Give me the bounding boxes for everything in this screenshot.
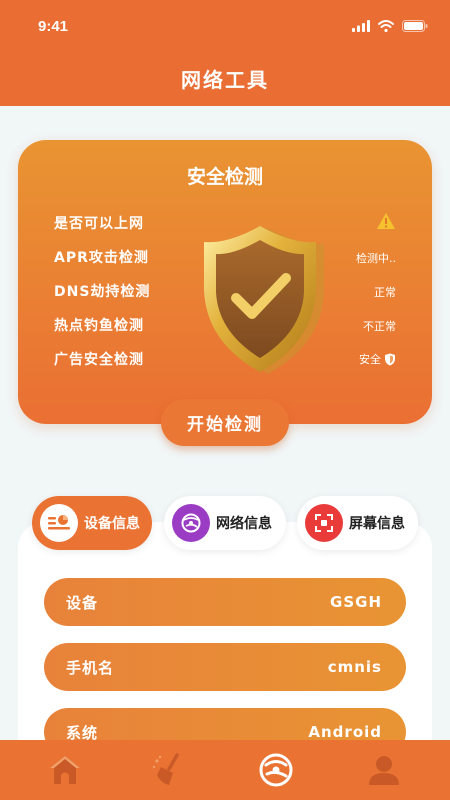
shield-small-icon <box>385 353 395 365</box>
check-status-arp: 检测中.. <box>356 250 396 266</box>
check-item-internet: 是否可以上网 <box>54 216 144 232</box>
check-status-dns: 正常 <box>374 284 396 300</box>
tab-screen-info[interactable]: 屏幕信息 <box>297 496 418 550</box>
check-item-ad: 广告安全检测 <box>54 352 144 368</box>
check-status-dns-text: 正常 <box>374 286 396 299</box>
warning-icon <box>377 213 395 229</box>
bottom-nav <box>0 740 450 800</box>
battery-icon <box>402 20 428 32</box>
nav-clean[interactable] <box>150 752 186 788</box>
network-tool-icon <box>259 753 293 787</box>
check-status-arp-text: 检测中.. <box>356 252 396 265</box>
profile-icon <box>369 756 399 785</box>
check-status-hotspot-text: 不正常 <box>363 320 396 333</box>
home-icon <box>50 756 80 784</box>
start-check-button[interactable]: 开始检测 <box>161 399 289 446</box>
tab-screen-info-label: 屏幕信息 <box>349 516 405 532</box>
info-row-phone-name-value: cmnis <box>327 658 382 676</box>
check-status-ad: 安全 <box>359 351 396 367</box>
check-status-ad-text: 安全 <box>359 353 381 366</box>
status-icons <box>352 20 428 32</box>
device-info-icon <box>40 504 78 542</box>
status-time: 9:41 <box>38 18 69 35</box>
card-title: 安全检测 <box>186 166 263 188</box>
info-row-device: 设备 GSGH <box>44 578 406 626</box>
security-check-card: 安全检测 是否可以上网 APR攻击检测 检测中.. DNS劫持检测 正常 热点钓… <box>18 140 432 424</box>
screen-info-icon <box>305 504 343 542</box>
clean-icon <box>152 753 179 785</box>
check-item-dns: DNS劫持检测 <box>54 284 151 300</box>
info-row-system-value: Android <box>308 723 382 741</box>
nav-network-tool[interactable] <box>258 752 294 788</box>
nav-home[interactable] <box>47 752 83 788</box>
check-item-arp: APR攻击检测 <box>54 250 149 266</box>
page-title: 网络工具 <box>181 68 269 92</box>
signal-icon <box>352 20 370 32</box>
tab-device-info-label: 设备信息 <box>84 516 140 532</box>
tab-network-info[interactable]: 网络信息 <box>164 496 286 550</box>
info-row-phone-name: 手机名 cmnis <box>44 643 406 691</box>
nav-profile[interactable] <box>366 752 402 788</box>
network-info-icon <box>172 504 210 542</box>
tab-device-info[interactable]: 设备信息 <box>32 496 152 550</box>
check-item-hotspot: 热点钓鱼检测 <box>54 318 144 334</box>
tab-network-info-label: 网络信息 <box>216 516 272 532</box>
info-row-phone-name-key: 手机名 <box>66 658 115 677</box>
info-row-device-value: GSGH <box>330 593 382 611</box>
header: 9:41 网络工具 <box>0 0 450 106</box>
status-bar: 9:41 <box>0 0 450 56</box>
check-status-hotspot: 不正常 <box>363 318 396 334</box>
info-row-device-key: 设备 <box>66 593 99 612</box>
wifi-icon <box>378 20 394 32</box>
check-status-internet <box>376 212 396 230</box>
shield-check-icon <box>204 226 324 374</box>
